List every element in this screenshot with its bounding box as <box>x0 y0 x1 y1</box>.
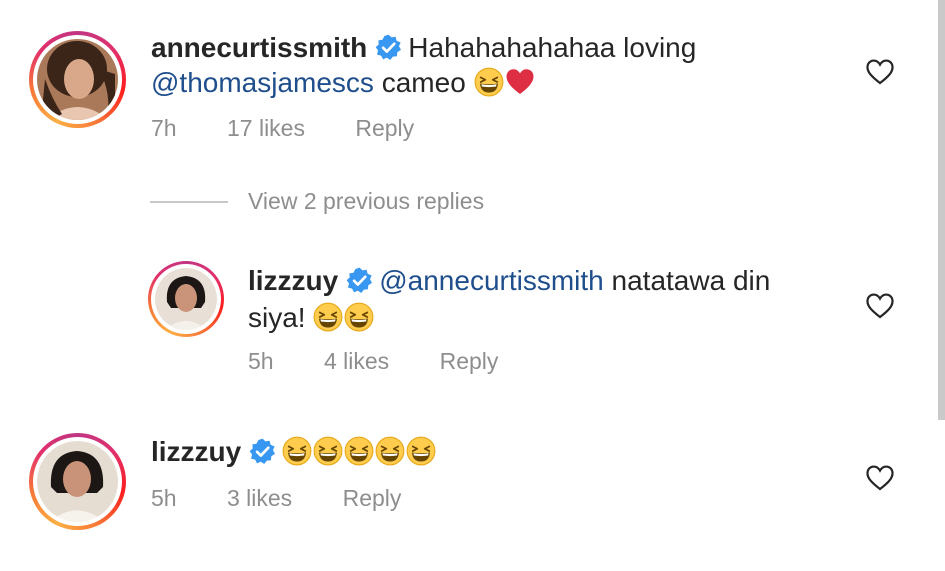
heart-icon[interactable] <box>865 58 895 86</box>
red-heart-emoji-icon <box>505 67 535 97</box>
heart-icon[interactable] <box>865 464 895 492</box>
likes-count[interactable]: 3 likes <box>227 485 292 511</box>
avatar-annecurtissmith[interactable] <box>29 31 126 128</box>
comment-timestamp: 7h <box>151 115 177 141</box>
verified-badge-icon <box>249 438 276 465</box>
reply-button[interactable]: Reply <box>355 115 414 141</box>
profile-photo <box>155 268 217 330</box>
laughing-emoji-icon <box>313 436 343 466</box>
scrollbar[interactable] <box>938 0 945 420</box>
comment-username[interactable]: annecurtissmith <box>151 32 367 63</box>
comment-text: siya! <box>248 302 306 333</box>
comment-username[interactable]: lizzzuy <box>151 436 241 467</box>
laughing-emoji-icon <box>375 436 405 466</box>
view-previous-replies-button[interactable]: View 2 previous replies <box>248 188 484 215</box>
laughing-emoji-icon <box>282 436 312 466</box>
laughing-emoji-icon <box>313 302 343 332</box>
verified-badge-icon <box>346 267 373 294</box>
comment-text: natatawa din <box>611 265 771 296</box>
likes-count[interactable]: 4 likes <box>324 348 389 374</box>
reply-button[interactable]: Reply <box>343 485 402 511</box>
heart-icon[interactable] <box>865 292 895 320</box>
comment-username[interactable]: lizzzuy <box>248 265 338 296</box>
comment-text: Hahahahahahaa loving <box>408 32 697 63</box>
comment-text: cameo <box>381 67 466 98</box>
divider-line <box>150 201 228 203</box>
laughing-emoji-icon <box>406 436 436 466</box>
laughing-emoji-icon <box>344 436 374 466</box>
mention-link[interactable]: @thomasjamescs <box>151 67 374 98</box>
verified-badge-icon <box>375 34 402 61</box>
profile-photo <box>37 441 118 522</box>
comment-timestamp: 5h <box>248 348 274 374</box>
mention-link[interactable]: @annecurtissmith <box>379 265 604 296</box>
avatar-lizzzuy[interactable] <box>148 261 224 337</box>
profile-photo <box>37 39 118 120</box>
laughing-emoji-icon <box>344 302 374 332</box>
likes-count[interactable]: 17 likes <box>227 115 305 141</box>
reply-button[interactable]: Reply <box>440 348 499 374</box>
laughing-emoji-icon <box>474 67 504 97</box>
avatar-lizzzuy[interactable] <box>29 433 126 530</box>
comment-timestamp: 5h <box>151 485 177 511</box>
